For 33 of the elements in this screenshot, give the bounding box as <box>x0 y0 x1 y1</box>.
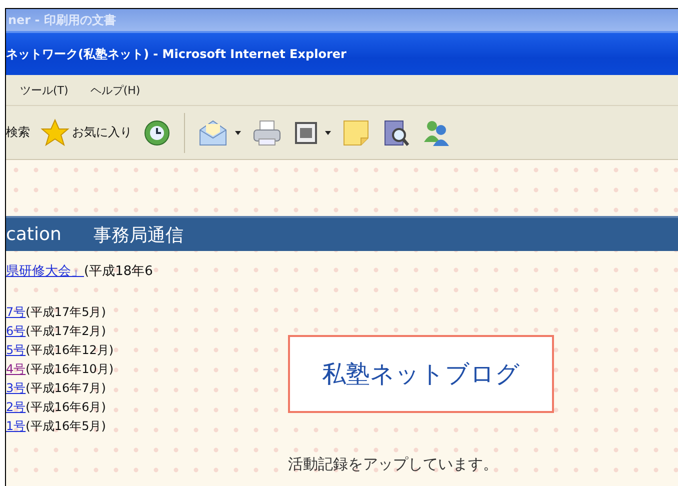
menu-item[interactable]: ツール(T) <box>20 82 68 98</box>
window-title: ネットワーク(私塾ネット) - Microsoft Internet Explorer <box>6 46 346 62</box>
date-text: (平成16年7月) <box>26 380 106 397</box>
menu-item[interactable]: ヘルプ(H) <box>90 82 140 98</box>
link[interactable]: 4号 <box>6 361 26 378</box>
caret-icon[interactable] <box>325 130 331 134</box>
link[interactable]: 2号 <box>6 399 26 416</box>
caption-text: 活動記録をアップしています。 <box>288 455 499 474</box>
printer-button[interactable] <box>251 118 283 148</box>
search-button[interactable]: 検索 <box>6 124 30 141</box>
link[interactable]: 県研修大会」 <box>6 262 84 280</box>
header-text: 事務局通信 <box>93 224 184 246</box>
date-text: (平成17年2月) <box>26 323 106 340</box>
caret-icon[interactable] <box>235 130 241 134</box>
date-text: (平成16年6月) <box>26 399 106 416</box>
link[interactable]: 7号 <box>6 304 26 321</box>
window-title: ner - 印刷用の文書 <box>8 12 116 28</box>
mail-button[interactable] <box>197 118 229 148</box>
date-text: (平成16年10月) <box>26 361 114 378</box>
date-text: (平成17年5月) <box>26 304 106 321</box>
header-text: cation <box>6 224 62 245</box>
history-button[interactable] <box>142 118 172 148</box>
document-button[interactable] <box>293 120 319 146</box>
blog-banner[interactable]: 私塾ネットブログ <box>288 335 554 413</box>
link[interactable]: 6号 <box>6 323 26 340</box>
date-text: (平成18年6 <box>84 263 153 280</box>
favorites-button[interactable]: お気に入り <box>40 118 132 148</box>
link[interactable]: 5号 <box>6 342 26 359</box>
star-icon <box>40 118 70 148</box>
link[interactable]: 3号 <box>6 380 26 397</box>
date-text: (平成16年12月) <box>26 342 114 359</box>
date-text: (平成16年5月) <box>26 418 106 435</box>
link[interactable]: 1号 <box>6 418 26 435</box>
